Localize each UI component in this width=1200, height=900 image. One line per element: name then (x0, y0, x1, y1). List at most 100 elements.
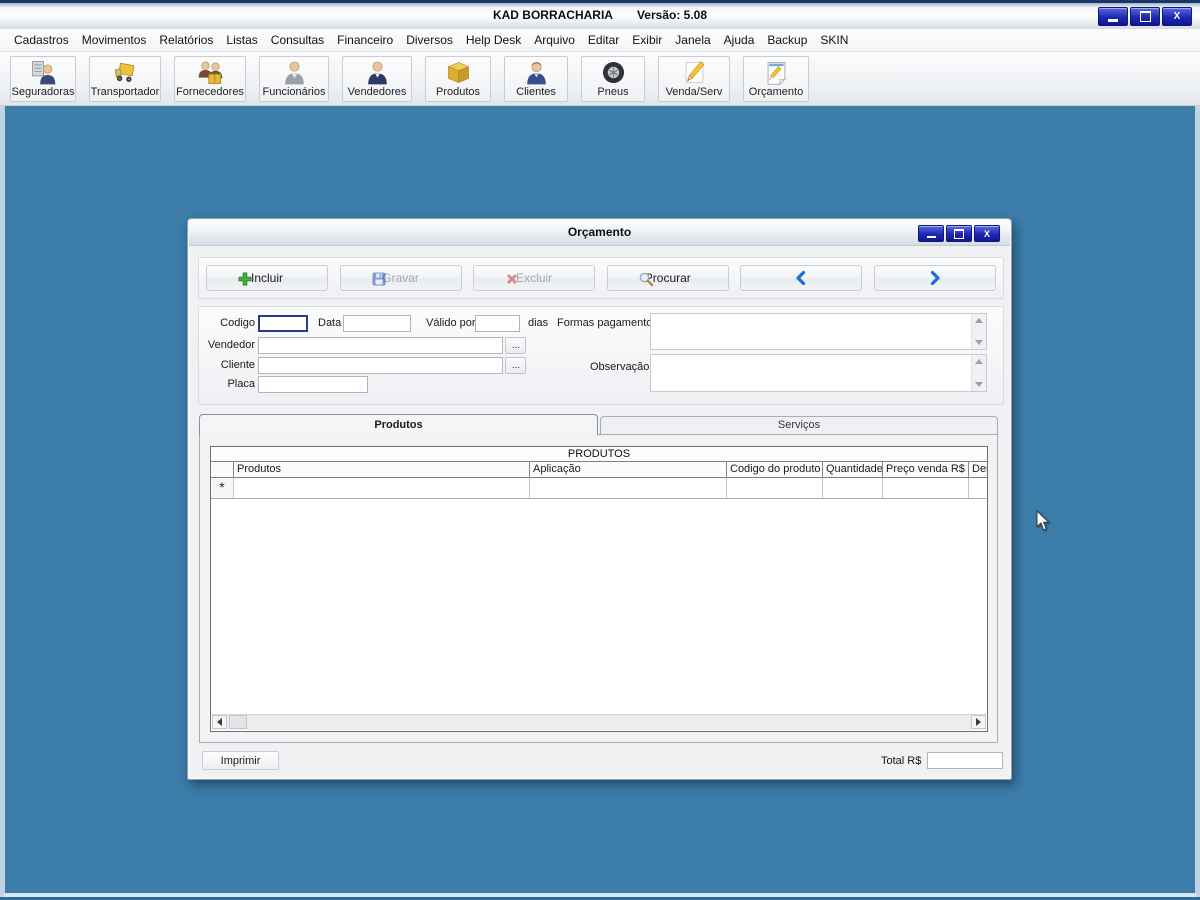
client-person-icon (526, 61, 546, 84)
grid-cell[interactable] (823, 478, 883, 498)
scrollbar-thumb[interactable] (229, 715, 247, 729)
menu-listas[interactable]: Listas (220, 30, 263, 50)
toolbar-fornecedores-button[interactable]: Fornecedores (174, 55, 246, 102)
toolbar-clientes-button[interactable]: Clientes (504, 55, 568, 102)
close-button[interactable]: X (1162, 7, 1192, 26)
menubar: Cadastros Movimentos Relatórios Listas C… (0, 29, 1200, 52)
total-label: Total R$ (881, 755, 922, 767)
tab-produtos[interactable]: Produtos (199, 414, 598, 435)
placa-input[interactable] (258, 376, 368, 393)
tab-servicos[interactable]: Serviços (600, 416, 998, 435)
grid-cell[interactable] (234, 478, 530, 498)
menu-movimentos[interactable]: Movimentos (76, 30, 153, 50)
new-row-indicator[interactable]: * (211, 478, 234, 498)
cliente-input[interactable] (258, 357, 503, 374)
ellipsis-icon: ... (512, 360, 521, 371)
toolbar-label: Orçamento (748, 85, 804, 98)
minimize-button[interactable] (1098, 7, 1128, 26)
grid-new-row: * (211, 478, 987, 499)
scroll-down-icon[interactable] (975, 382, 983, 387)
formas-pagamento-input[interactable] (651, 314, 974, 353)
previous-button[interactable] (740, 265, 863, 291)
toolbar-label: Funcionários (262, 85, 326, 98)
excluir-button: Excluir (473, 265, 596, 291)
imprimir-button[interactable]: Imprimir (202, 751, 279, 770)
procurar-button[interactable]: Procurar (606, 265, 729, 291)
search-icon (639, 272, 653, 287)
menu-cadastros[interactable]: Cadastros (8, 30, 75, 50)
grid-col-produtos[interactable]: Produtos (234, 462, 530, 477)
menu-editar[interactable]: Editar (582, 30, 625, 50)
valido-por-input[interactable] (475, 315, 520, 332)
scroll-up-icon[interactable] (975, 359, 983, 364)
scroll-up-icon[interactable] (975, 318, 983, 323)
save-floppy-icon (372, 272, 386, 286)
dialog-maximize-button[interactable] (946, 225, 972, 242)
grid-cell[interactable] (727, 478, 823, 498)
delete-x-icon (507, 274, 518, 284)
grid-band-title: PRODUTOS (211, 447, 987, 462)
menu-help-desk[interactable]: Help Desk (460, 30, 527, 50)
menu-janela[interactable]: Janela (669, 30, 716, 50)
menu-ajuda[interactable]: Ajuda (718, 30, 761, 50)
grid-cell[interactable] (883, 478, 969, 498)
toolbar-vendedores-button[interactable]: Vendedores (342, 55, 412, 102)
mouse-cursor (1036, 510, 1050, 531)
toolbar-funcionarios-button[interactable]: Funcionários (259, 55, 329, 102)
grid-col-desconto[interactable]: Des (969, 462, 987, 477)
maximize-button[interactable] (1130, 7, 1160, 26)
toolbar-orcamento-button[interactable]: Orçamento (743, 55, 809, 102)
menu-skin[interactable]: SKIN (814, 30, 854, 50)
next-button[interactable] (873, 265, 996, 291)
incluir-button[interactable]: Incluir (206, 265, 328, 291)
dialog-close-button[interactable]: X (974, 225, 1000, 242)
toolbar-seguradoras-button[interactable]: Seguradoras (10, 55, 76, 102)
observacao-input[interactable] (651, 355, 974, 395)
main-titlebar: KAD BORRACHARIA Versão: 5.08 X (0, 3, 1200, 30)
menu-financeiro[interactable]: Financeiro (331, 30, 399, 50)
toolbar-label: Produtos (435, 85, 481, 98)
ellipsis-icon: ... (512, 340, 521, 351)
grid-col-codigo-produto[interactable]: Codigo do produto (727, 462, 823, 477)
menu-backup[interactable]: Backup (761, 30, 813, 50)
grid-col-quantidade[interactable]: Quantidade (823, 462, 883, 477)
data-input[interactable] (343, 315, 411, 332)
orcamento-title: Orçamento (567, 225, 632, 239)
scroll-down-icon[interactable] (975, 340, 983, 345)
menu-arquivo[interactable]: Arquivo (528, 30, 581, 50)
grid-indicator-header[interactable] (211, 462, 234, 477)
pencil-icon (685, 60, 704, 83)
dialog-minimize-button[interactable] (918, 225, 944, 242)
toolbar-pneus-button[interactable]: Pneus (581, 55, 645, 102)
grid-cell[interactable] (969, 478, 987, 498)
codigo-label: Codigo (220, 317, 255, 329)
menu-relatorios[interactable]: Relatórios (153, 30, 219, 50)
scroll-right-button[interactable] (971, 715, 986, 729)
total-input[interactable] (927, 752, 1003, 769)
product-box-icon (447, 61, 469, 83)
cliente-browse-button[interactable]: ... (505, 357, 526, 374)
menu-diversos[interactable]: Diversos (400, 30, 459, 50)
grid-col-preco-venda[interactable]: Preço venda R$ (883, 462, 969, 477)
toolbar-produtos-button[interactable]: Produtos (425, 55, 491, 102)
toolbar-transportador-button[interactable]: Transportador (89, 55, 161, 102)
menu-exibir[interactable]: Exibir (626, 30, 668, 50)
vendedor-browse-button[interactable]: ... (505, 337, 526, 354)
codigo-input[interactable] (258, 315, 308, 332)
main-toolbar: Seguradoras Transportador Fornecedores F… (0, 52, 1200, 106)
close-icon: X (983, 228, 990, 239)
grid-col-aplicacao[interactable]: Aplicação (530, 462, 727, 477)
formas-pagamento-scroll (971, 314, 986, 349)
toolbar-label: Venda/Serv (665, 85, 723, 98)
gravar-button: Gravar (339, 265, 462, 291)
vendedor-input[interactable] (258, 337, 503, 354)
employee-person-icon (284, 61, 304, 84)
grid-horizontal-scrollbar[interactable] (212, 714, 986, 730)
scroll-left-button[interactable] (212, 715, 227, 729)
menu-consultas[interactable]: Consultas (265, 30, 330, 50)
toolbar-venda-serv-button[interactable]: Venda/Serv (658, 55, 730, 102)
dias-label: dias (528, 317, 549, 329)
grid-cell[interactable] (530, 478, 727, 498)
insurance-person-icon (31, 60, 55, 84)
minimize-icon (1108, 18, 1118, 22)
